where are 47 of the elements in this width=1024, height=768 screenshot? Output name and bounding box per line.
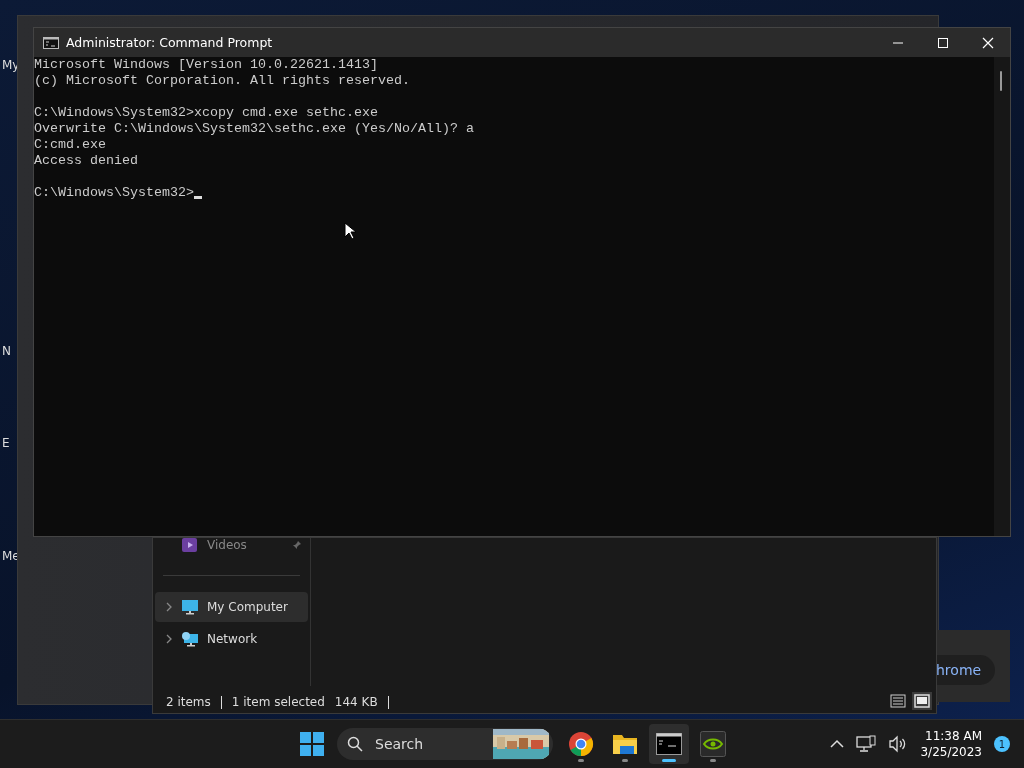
search-field[interactable]: Search xyxy=(373,735,477,753)
close-icon xyxy=(981,36,994,49)
chevron-icon[interactable] xyxy=(165,602,173,612)
notification-badge[interactable]: 1 xyxy=(994,736,1010,752)
start-button[interactable] xyxy=(300,732,324,756)
terminal-taskbar-button[interactable] xyxy=(649,724,689,764)
console-line: Access denied xyxy=(34,153,139,169)
eye-logo-icon xyxy=(700,731,726,757)
details-view-button[interactable] xyxy=(888,692,908,710)
window-title: Administrator: Command Prompt xyxy=(66,35,273,50)
nav-item[interactable]: My Computer xyxy=(155,592,308,622)
console-line: (c) Microsoft Corporation. All rights reserved. xyxy=(34,73,411,89)
clock-time: 11:38 AM xyxy=(925,728,982,744)
desktop-icon-label[interactable]: N xyxy=(2,344,12,358)
selection-info: 1 item selected xyxy=(231,695,325,709)
mouse-pointer-icon xyxy=(344,222,356,240)
console-icon xyxy=(43,36,59,49)
text-cursor xyxy=(193,196,202,199)
terminal-icon xyxy=(656,733,682,755)
list-icon xyxy=(890,694,906,708)
folder-icon xyxy=(612,732,638,756)
search-box[interactable]: Search xyxy=(337,728,553,760)
computer-icon xyxy=(181,599,199,615)
desktop-icon-label[interactable]: E xyxy=(2,436,12,450)
network-icon[interactable] xyxy=(856,735,877,753)
clock[interactable]: 11:38 AM 3/25/2023 xyxy=(920,728,982,760)
console-line: Overwrite C:\Windows\System32\sethc.exe (Yes/No/All)? a xyxy=(34,121,475,137)
scrollbar-thumb[interactable] xyxy=(1000,71,1002,91)
chrome-button[interactable]: hrome xyxy=(936,655,996,685)
browser-logo-icon xyxy=(568,731,594,757)
nav-item[interactable]: Network xyxy=(155,624,308,654)
console-line: C:cmd.exe xyxy=(34,137,107,153)
maximize-icon xyxy=(936,36,949,49)
item-count: 2 items xyxy=(166,695,211,709)
window-icon xyxy=(914,694,930,708)
console-line: C:\Windows\System32>xcopy cmd.exe sethc.exe xyxy=(34,105,379,121)
chevron-up-icon[interactable] xyxy=(830,739,845,749)
file-size: 144 KB xyxy=(334,695,378,709)
clock-date: 3/25/2023 xyxy=(920,744,982,760)
chevron-icon[interactable] xyxy=(165,634,173,644)
console-line: Microsoft Windows [Version 10.0.22621.1413] xyxy=(34,57,379,73)
tiles-view-button[interactable] xyxy=(912,692,932,710)
nav-item[interactable]: Videos xyxy=(155,538,308,552)
network-icon xyxy=(181,631,199,647)
video-icon xyxy=(181,537,199,553)
console-prompt: C:\Windows\System32> xyxy=(34,185,194,201)
search-icon xyxy=(347,736,363,752)
